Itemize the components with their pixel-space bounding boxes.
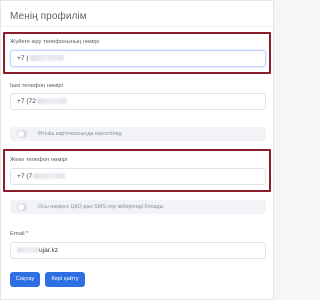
page-title: Менің профилім — [10, 11, 87, 22]
sms-row: Осы нөмірге ЦКО-дан SMS-тер жіберіледі б… — [10, 200, 266, 214]
login-phone-label: Жүйеге кіру телефонының нөмірі — [10, 39, 100, 45]
mobile-phone-input[interactable]: +7 (7 — [10, 168, 266, 185]
show-on-card-label: Өтініш карточкасында көрсетілед — [38, 131, 122, 137]
email-input[interactable]: ujar.kz — [10, 242, 266, 259]
show-on-card-toggle[interactable] — [17, 130, 27, 138]
mobile-phone-label: Жеке телефон нөмірі — [10, 157, 68, 163]
internal-phone-input[interactable]: +7 (72 — [10, 93, 266, 110]
redacted-text — [17, 247, 39, 254]
internal-phone-label: Ішкі телефон нөмірі — [10, 83, 63, 89]
sms-toggle[interactable] — [17, 203, 27, 211]
email-value: ujar.kz — [39, 247, 59, 254]
back-button[interactable]: Кері қайту — [45, 272, 85, 287]
title-divider — [1, 26, 273, 27]
profile-card: Менің профилім Жүйеге кіру телефонының н… — [0, 0, 274, 300]
redacted-text — [29, 55, 64, 62]
login-phone-value: +7 ( — [17, 55, 29, 62]
login-phone-input[interactable]: +7 ( — [10, 50, 266, 67]
mobile-phone-value: +7 (7 — [17, 173, 33, 180]
show-on-card-row: Өтініш карточкасында көрсетілед — [10, 127, 266, 141]
email-label: Email * — [10, 231, 29, 237]
redacted-text — [36, 98, 67, 105]
redacted-text — [33, 173, 66, 180]
sms-toggle-label: Осы нөмірге ЦКО-дан SMS-тер жіберіледі б… — [38, 204, 164, 210]
save-button[interactable]: Сақтау — [10, 272, 40, 287]
internal-phone-value: +7 (72 — [17, 98, 36, 105]
